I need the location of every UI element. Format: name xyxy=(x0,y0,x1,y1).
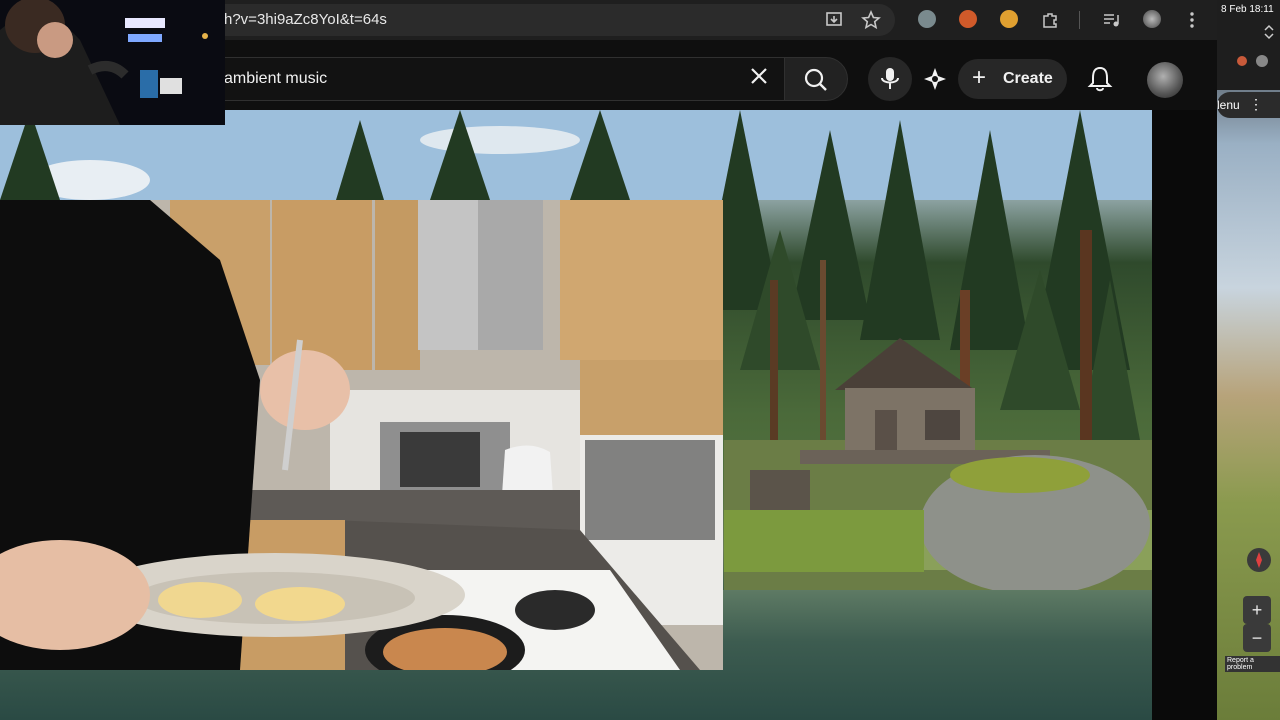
kitchen-scene xyxy=(0,200,723,670)
voice-search-button[interactable] xyxy=(868,57,912,101)
search-query[interactable]: ambient music xyxy=(224,70,327,88)
system-clock: 8 Feb 18:11 xyxy=(1221,4,1274,15)
create-button[interactable]: + Create xyxy=(958,59,1067,99)
microphone-icon xyxy=(881,68,899,89)
report-problem-link[interactable]: Report a problem xyxy=(1225,656,1280,672)
video-letterbox xyxy=(1152,110,1217,720)
webcam-scene xyxy=(0,0,225,125)
media-icon[interactable] xyxy=(1101,10,1121,30)
puzzle-icon[interactable] xyxy=(1040,10,1060,30)
zoom-out-button[interactable]: − xyxy=(1243,624,1271,652)
more-vert-icon: ⋮ xyxy=(1249,96,1263,112)
avatar[interactable] xyxy=(1147,62,1183,98)
toolbar-divider xyxy=(1079,11,1080,29)
menu-button[interactable]: lenu ⋮ xyxy=(1217,92,1280,118)
extension-icon[interactable] xyxy=(959,10,977,28)
side-window-titlebar: 8 Feb 18:11 xyxy=(1217,0,1280,90)
more-vert-icon[interactable] xyxy=(1182,10,1202,30)
side-window: 8 Feb 18:11 lenu ⋮ + − Report a problem xyxy=(1217,0,1280,720)
menu-label: lenu xyxy=(1217,98,1240,112)
screen: 8 Feb 18:11 lenu ⋮ + − Report a problem … xyxy=(0,0,1280,720)
star-icon[interactable] xyxy=(861,10,881,30)
install-icon[interactable] xyxy=(824,10,844,30)
search-icon xyxy=(804,68,827,91)
profile-icon[interactable] xyxy=(1143,10,1161,28)
extension-icon[interactable] xyxy=(1235,54,1249,68)
zoom-in-button[interactable]: + xyxy=(1243,596,1271,624)
extension-icon[interactable] xyxy=(918,10,936,28)
overlay-video-webcam[interactable] xyxy=(0,0,225,125)
search-button[interactable] xyxy=(784,57,848,101)
compass-icon[interactable] xyxy=(1247,548,1271,572)
plus-icon: + xyxy=(972,64,987,91)
chevron-up-down-icon[interactable] xyxy=(1261,24,1277,40)
profile-icon[interactable] xyxy=(1255,54,1269,68)
extension-icon[interactable] xyxy=(1000,10,1018,28)
sparkle-icon[interactable] xyxy=(922,66,948,92)
create-label: Create xyxy=(1003,70,1053,87)
close-icon[interactable] xyxy=(747,64,771,88)
overlay-video-kitchen[interactable] xyxy=(0,200,723,670)
address-bar-url[interactable]: h?v=3hi9aZc8YoI&t=64s xyxy=(224,11,387,28)
bell-icon[interactable] xyxy=(1085,64,1115,94)
